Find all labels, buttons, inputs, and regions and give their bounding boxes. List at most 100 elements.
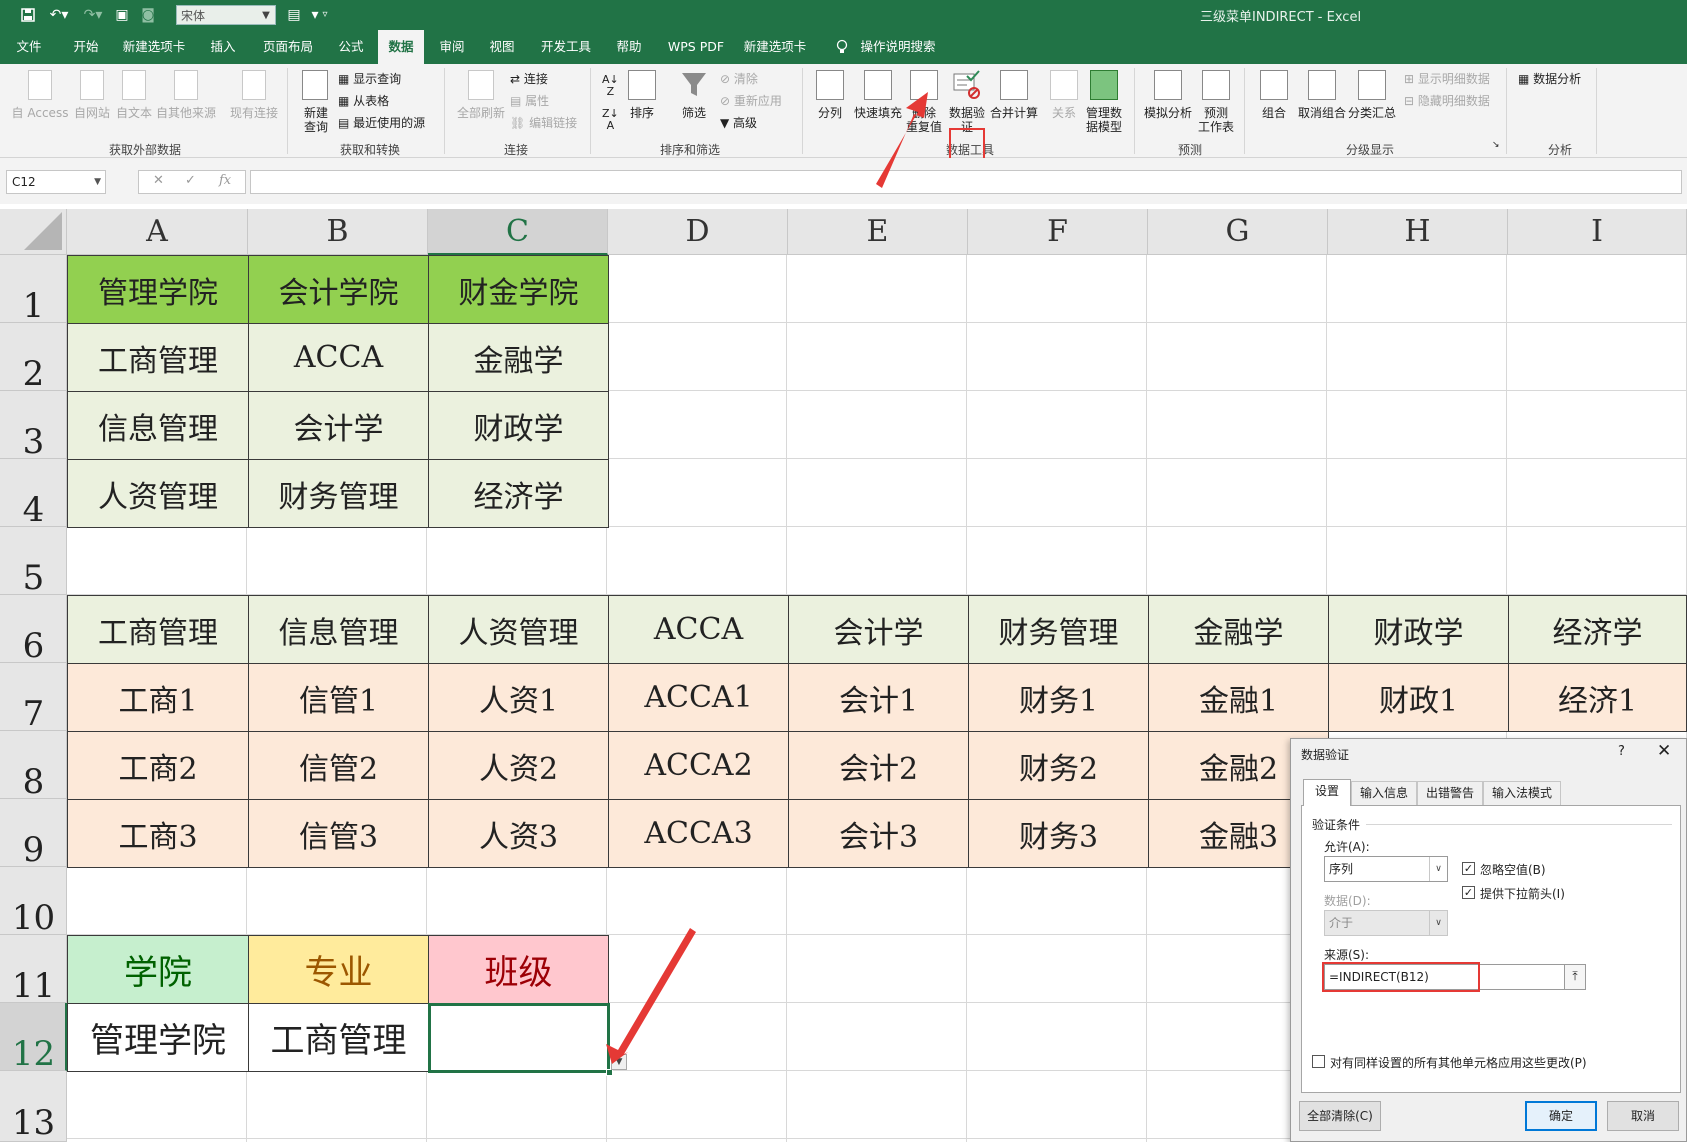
relationships-button[interactable]: 关系: [1044, 106, 1084, 120]
cell-i7[interactable]: 经济1: [1508, 663, 1687, 732]
row-header-4[interactable]: 4: [0, 459, 67, 530]
from-table-button[interactable]: ▦ 从表格: [338, 94, 389, 108]
insert-function-icon[interactable]: fx: [219, 173, 231, 188]
cell-g7[interactable]: 金融1: [1148, 663, 1329, 732]
font-name-box[interactable]: 宋体 ▼: [176, 5, 276, 25]
clear-filter-button[interactable]: ⊘ 清除: [720, 72, 758, 86]
cell-c6[interactable]: 人资管理: [428, 595, 609, 664]
group-button[interactable]: 组合: [1254, 106, 1294, 120]
show-queries-button[interactable]: ▦ 显示查询: [338, 72, 401, 86]
cell-c9[interactable]: 人资3: [428, 799, 609, 868]
dialog-launcher-icon[interactable]: ↘: [1492, 138, 1500, 152]
cell-a4[interactable]: 人资管理: [67, 459, 249, 528]
cancel-icon[interactable]: ✕: [153, 173, 164, 188]
sort-desc-icon[interactable]: Z↓ A: [602, 108, 619, 132]
cell-a7[interactable]: 工商1: [67, 663, 249, 732]
dialog-tab-ime-mode[interactable]: 输入法模式: [1483, 781, 1561, 805]
cell-a2[interactable]: 工商管理: [67, 323, 249, 392]
cell-f8[interactable]: 财务2: [968, 731, 1149, 800]
tab-view[interactable]: 视图: [487, 30, 517, 64]
col-header-d[interactable]: D: [608, 209, 788, 255]
save-icon[interactable]: [18, 5, 38, 25]
col-header-g[interactable]: G: [1148, 209, 1328, 255]
data-analysis-button[interactable]: ▦ 数据分析: [1518, 72, 1581, 86]
tab-developer[interactable]: 开发工具: [538, 30, 594, 64]
cell-e9[interactable]: 会计3: [788, 799, 969, 868]
row-header-9[interactable]: 9: [0, 799, 67, 870]
cell-f7[interactable]: 财务1: [968, 663, 1149, 732]
from-access-button[interactable]: 自 Access: [8, 106, 72, 120]
tab-home[interactable]: 开始: [70, 30, 102, 64]
refresh-all-button[interactable]: 全部刷新: [454, 106, 508, 120]
paste-icon[interactable]: ▤: [284, 5, 304, 25]
cell-dropdown-arrow-icon[interactable]: ▼: [611, 1054, 627, 1070]
in-cell-dropdown-checkbox[interactable]: ✓: [1462, 886, 1475, 899]
cell-b3[interactable]: 会计学: [248, 391, 429, 460]
tab-insert[interactable]: 插入: [208, 30, 238, 64]
enter-icon[interactable]: ✓: [185, 173, 196, 188]
row-header-1[interactable]: 1: [0, 255, 67, 326]
reapply-button[interactable]: ⊘ 重新应用: [720, 94, 782, 108]
clear-all-button[interactable]: 全部清除(C): [1299, 1101, 1381, 1131]
cell-b8[interactable]: 信管2: [248, 731, 429, 800]
cell-i6[interactable]: 经济学: [1508, 595, 1687, 664]
fill-handle[interactable]: [606, 1069, 613, 1076]
cell-e7[interactable]: 会计1: [788, 663, 969, 732]
data-validation-button[interactable]: 数据验: [947, 106, 987, 120]
print-preview-icon[interactable]: ▣: [112, 5, 132, 25]
cell-b9[interactable]: 信管3: [248, 799, 429, 868]
col-header-a[interactable]: A: [67, 209, 248, 255]
cell-h7[interactable]: 财政1: [1328, 663, 1509, 732]
row-header-5[interactable]: 5: [0, 527, 67, 598]
cell-a11[interactable]: 学院: [67, 935, 249, 1004]
subtotal-button[interactable]: 分类汇总: [1344, 106, 1400, 120]
tab-new-tab-2[interactable]: 新建选项卡: [742, 30, 808, 64]
cell-e6[interactable]: 会计学: [788, 595, 969, 664]
row-header-2[interactable]: 2: [0, 323, 67, 394]
sort-button[interactable]: 排序: [622, 106, 662, 120]
cell-b2[interactable]: ACCA: [248, 323, 429, 392]
filter-button[interactable]: 筛选: [674, 106, 714, 120]
cell-c7[interactable]: 人资1: [428, 663, 609, 732]
customize-toolbar-icon[interactable]: ▿: [318, 5, 332, 25]
ok-button[interactable]: 确定: [1525, 1101, 1597, 1131]
row-header-10[interactable]: 10: [0, 867, 67, 938]
edit-links-button[interactable]: ⛓ 编辑链接: [510, 116, 577, 130]
cancel-button[interactable]: 取消: [1607, 1101, 1679, 1131]
text-to-columns-button[interactable]: 分列: [810, 106, 850, 120]
from-web-button[interactable]: 自网站: [70, 106, 114, 120]
new-query-button[interactable]: 新建: [296, 106, 336, 120]
existing-connections-button[interactable]: 现有连接: [226, 106, 282, 120]
cell-b12[interactable]: 工商管理: [248, 1003, 429, 1072]
tab-file[interactable]: 文件: [14, 30, 44, 64]
camera-icon[interactable]: ◙: [138, 5, 158, 25]
row-header-13[interactable]: 13: [0, 1071, 67, 1142]
apply-to-all-checkbox[interactable]: [1312, 1055, 1325, 1068]
cell-g6[interactable]: 金融学: [1148, 595, 1329, 664]
cell-a9[interactable]: 工商3: [67, 799, 249, 868]
redo-icon[interactable]: ↷▾: [80, 5, 106, 25]
cell-a12[interactable]: 管理学院: [67, 1003, 249, 1072]
from-other-sources-button[interactable]: 自其他来源: [154, 106, 218, 120]
tab-page-layout[interactable]: 页面布局: [260, 30, 316, 64]
cell-c4[interactable]: 经济学: [428, 459, 609, 528]
dialog-tab-input-message[interactable]: 输入信息: [1351, 781, 1417, 805]
from-text-button[interactable]: 自文本: [112, 106, 156, 120]
cell-b4[interactable]: 财务管理: [248, 459, 429, 528]
sort-asc-icon[interactable]: A↓ Z: [602, 74, 619, 98]
col-header-f[interactable]: F: [968, 209, 1148, 255]
cell-d7[interactable]: ACCA1: [608, 663, 789, 732]
cell-b7[interactable]: 信管1: [248, 663, 429, 732]
forecast-sheet-button[interactable]: 预测: [1196, 106, 1236, 120]
row-header-7[interactable]: 7: [0, 663, 67, 734]
cell-a3[interactable]: 信息管理: [67, 391, 249, 460]
remove-duplicates-button[interactable]: 删除: [904, 106, 944, 120]
show-detail-button[interactable]: ⊞ 显示明细数据: [1404, 72, 1490, 86]
tab-review[interactable]: 审阅: [437, 30, 467, 64]
help-icon[interactable]: ?: [1618, 744, 1625, 759]
cell-c1[interactable]: 财金学院: [428, 255, 609, 324]
tab-data[interactable]: 数据: [378, 30, 424, 64]
col-header-i[interactable]: I: [1508, 209, 1687, 255]
cell-f6[interactable]: 财务管理: [968, 595, 1149, 664]
cell-c3[interactable]: 财政学: [428, 391, 609, 460]
